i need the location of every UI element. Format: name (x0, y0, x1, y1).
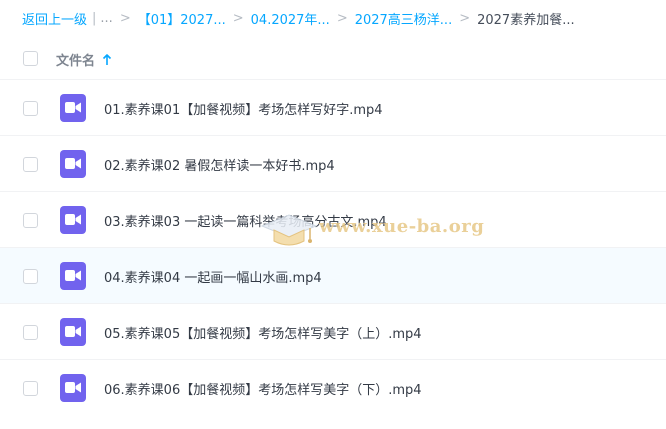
file-name[interactable]: 06.素养课06【加餐视频】考场怎样写美字（下）.mp4 (104, 379, 422, 398)
breadcrumb-ellipsis[interactable]: ... (100, 11, 112, 26)
breadcrumb-item[interactable]: 2027高三杨洋... (355, 9, 452, 28)
list-header: 文件名 (0, 42, 666, 76)
file-name[interactable]: 04.素养课04 一起画一幅山水画.mp4 (104, 267, 322, 286)
column-header-filename[interactable]: 文件名 (56, 50, 112, 69)
sort-arrow-up-icon[interactable] (102, 53, 112, 66)
breadcrumb-separator: > (459, 10, 471, 26)
breadcrumb-separator: > (119, 10, 131, 26)
breadcrumb-item[interactable]: 【01】2027... (138, 9, 226, 28)
row-checkbox[interactable] (23, 157, 38, 172)
breadcrumb-item[interactable]: 04.2027年... (251, 9, 330, 28)
row-checkbox[interactable] (23, 213, 38, 228)
watermark-text: www.xue-ba.org (319, 216, 485, 237)
breadcrumb-divider: | (92, 10, 97, 26)
file-name[interactable]: 05.素养课05【加餐视频】考场怎样写美字（上）.mp4 (104, 323, 422, 342)
video-file-icon (60, 94, 86, 122)
video-file-icon (60, 262, 86, 290)
file-name[interactable]: 01.素养课01【加餐视频】考场怎样写好字.mp4 (104, 99, 383, 118)
video-file-icon (60, 318, 86, 346)
file-row[interactable]: 06.素养课06【加餐视频】考场怎样写美字（下）.mp4 (0, 359, 666, 415)
breadcrumb-current: 2027素养加餐... (477, 12, 575, 28)
video-file-icon (60, 150, 86, 178)
file-row[interactable]: 05.素养课05【加餐视频】考场怎样写美字（上）.mp4 (0, 303, 666, 359)
file-name[interactable]: 02.素养课02 暑假怎样读一本好书.mp4 (104, 155, 335, 174)
file-row-hovered[interactable]: 04.素养课04 一起画一幅山水画.mp4 (0, 247, 666, 303)
file-browser: 返回上一级 | ... > 【01】2027... > 04.2027年... … (0, 0, 666, 429)
breadcrumb-separator: > (232, 10, 244, 26)
row-checkbox[interactable] (23, 269, 38, 284)
video-file-icon (60, 206, 86, 234)
graduation-cap-icon (260, 214, 318, 246)
back-link[interactable]: 返回上一级 (22, 9, 87, 28)
watermark: www.xue-ba.org (258, 208, 484, 252)
column-title: 文件名 (56, 54, 96, 69)
breadcrumb-separator: > (336, 10, 348, 26)
row-checkbox[interactable] (23, 381, 38, 396)
breadcrumb: 返回上一级 | ... > 【01】2027... > 04.2027年... … (22, 9, 662, 28)
file-row[interactable]: 01.素养课01【加餐视频】考场怎样写好字.mp4 (0, 79, 666, 135)
select-all-checkbox[interactable] (23, 51, 38, 66)
row-checkbox[interactable] (23, 101, 38, 116)
video-file-icon (60, 374, 86, 402)
file-row[interactable]: 02.素养课02 暑假怎样读一本好书.mp4 (0, 135, 666, 191)
row-checkbox[interactable] (23, 325, 38, 340)
